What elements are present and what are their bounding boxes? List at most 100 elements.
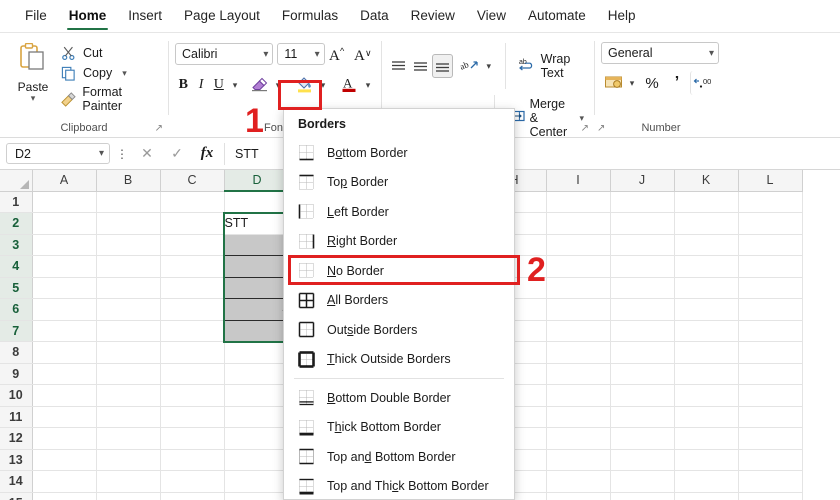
percent-style-button[interactable]: % bbox=[640, 71, 664, 95]
format-painter-button[interactable]: Format Painter bbox=[60, 85, 162, 113]
ribbon-tab-insert[interactable]: Insert bbox=[117, 2, 173, 30]
cell-K12[interactable] bbox=[674, 427, 739, 450]
font-size-select[interactable]: 11 ▾ bbox=[277, 43, 325, 65]
text-orientation-icon[interactable]: ab bbox=[458, 54, 482, 78]
cell-I12[interactable] bbox=[546, 427, 611, 450]
ribbon-tab-view[interactable]: View bbox=[466, 2, 517, 30]
font-color-dropdown-arrow[interactable]: ▾ bbox=[361, 73, 375, 97]
cell-D7[interactable]: 5 bbox=[224, 319, 291, 342]
cell-L10[interactable] bbox=[738, 384, 803, 407]
accounting-format-button[interactable] bbox=[601, 71, 625, 95]
cell-D11[interactable] bbox=[224, 406, 291, 428]
cell-D15[interactable] bbox=[224, 492, 291, 500]
cell-L13[interactable] bbox=[738, 449, 803, 471]
column-header-i[interactable]: I bbox=[546, 170, 611, 192]
cell-I8[interactable] bbox=[546, 341, 611, 364]
borders-button[interactable] bbox=[247, 73, 271, 97]
borders-menu-item-bottom-double-border[interactable]: Bottom Double Border bbox=[284, 383, 514, 413]
cell-A2[interactable] bbox=[32, 212, 97, 235]
cell-C8[interactable] bbox=[160, 341, 225, 364]
cell-K7[interactable] bbox=[674, 320, 739, 342]
increase-font-size-icon[interactable]: A ^ bbox=[329, 42, 350, 66]
column-header-b[interactable]: B bbox=[96, 170, 161, 192]
cell-L9[interactable] bbox=[738, 363, 803, 385]
cell-K4[interactable] bbox=[674, 255, 739, 278]
cell-D10[interactable] bbox=[224, 384, 291, 407]
cell-L5[interactable] bbox=[738, 277, 803, 299]
cell-D3[interactable]: 1 bbox=[224, 233, 291, 256]
cell-B13[interactable] bbox=[96, 449, 161, 471]
italic-button[interactable]: I bbox=[193, 73, 210, 97]
cell-B15[interactable] bbox=[96, 492, 161, 500]
font-name-select[interactable]: Calibri ▾ bbox=[175, 43, 274, 65]
cell-B2[interactable] bbox=[96, 212, 161, 235]
row-header-13[interactable]: 13 bbox=[0, 449, 33, 471]
underline-button[interactable]: U bbox=[210, 73, 227, 97]
cell-K2[interactable] bbox=[674, 212, 739, 235]
cell-J5[interactable] bbox=[610, 277, 675, 299]
cut-button[interactable]: Cut bbox=[60, 45, 162, 61]
cell-I2[interactable] bbox=[546, 212, 611, 235]
cell-L11[interactable] bbox=[738, 406, 803, 428]
cell-A14[interactable] bbox=[32, 470, 97, 493]
fill-color-button[interactable] bbox=[292, 73, 316, 97]
cell-B1[interactable] bbox=[96, 191, 161, 213]
cell-A3[interactable] bbox=[32, 234, 97, 256]
cell-K3[interactable] bbox=[674, 234, 739, 256]
bold-button[interactable]: B bbox=[175, 73, 192, 97]
cell-C14[interactable] bbox=[160, 470, 225, 493]
font-color-button[interactable]: A bbox=[337, 73, 361, 97]
cell-D9[interactable] bbox=[224, 363, 291, 385]
borders-menu-item-right-border[interactable]: Right Border bbox=[284, 227, 514, 257]
cell-J6[interactable] bbox=[610, 298, 675, 321]
cell-B3[interactable] bbox=[96, 234, 161, 256]
cell-K1[interactable] bbox=[674, 191, 739, 213]
borders-menu-item-top-and-thick-bottom-border[interactable]: Top and Thick Bottom Border bbox=[284, 472, 514, 500]
cell-A5[interactable] bbox=[32, 277, 97, 299]
borders-menu-item-no-border[interactable]: No Border bbox=[284, 256, 514, 286]
borders-menu-item-thick-outside-borders[interactable]: Thick Outside Borders bbox=[284, 345, 514, 375]
dialog-launcher-icon[interactable]: ↗ bbox=[597, 123, 605, 134]
cell-I10[interactable] bbox=[546, 384, 611, 407]
copy-button[interactable]: Copy ▾ bbox=[60, 65, 162, 81]
cell-B9[interactable] bbox=[96, 363, 161, 385]
select-all-corner[interactable] bbox=[0, 170, 33, 192]
cell-B8[interactable] bbox=[96, 341, 161, 364]
fill-color-dropdown-arrow[interactable]: ▾ bbox=[316, 73, 330, 97]
cell-L6[interactable] bbox=[738, 298, 803, 321]
chevron-down-icon[interactable]: ▾ bbox=[122, 68, 127, 79]
cell-J2[interactable] bbox=[610, 212, 675, 235]
cell-D4[interactable]: 2 bbox=[224, 255, 291, 278]
cell-A9[interactable] bbox=[32, 363, 97, 385]
cell-I14[interactable] bbox=[546, 470, 611, 493]
row-header-3[interactable]: 3 bbox=[0, 234, 33, 256]
cell-B11[interactable] bbox=[96, 406, 161, 428]
cell-C12[interactable] bbox=[160, 427, 225, 450]
cell-C3[interactable] bbox=[160, 234, 225, 256]
dialog-launcher-icon[interactable]: ↗ bbox=[581, 123, 589, 134]
column-header-d[interactable]: D bbox=[224, 170, 291, 192]
cell-B12[interactable] bbox=[96, 427, 161, 450]
underline-dropdown-arrow[interactable]: ▾ bbox=[228, 73, 242, 97]
cell-A1[interactable] bbox=[32, 191, 97, 213]
borders-menu-item-bottom-border[interactable]: Bottom Border bbox=[284, 138, 514, 168]
dialog-launcher-icon[interactable]: ↗ bbox=[155, 123, 163, 134]
decrease-decimal-icon[interactable]: 00 bbox=[690, 71, 714, 95]
row-header-6[interactable]: 6 bbox=[0, 298, 33, 321]
borders-menu-item-top-and-bottom-border[interactable]: Top and Bottom Border bbox=[284, 442, 514, 472]
cell-L12[interactable] bbox=[738, 427, 803, 450]
cell-B6[interactable] bbox=[96, 298, 161, 321]
cell-J13[interactable] bbox=[610, 449, 675, 471]
cell-J8[interactable] bbox=[610, 341, 675, 364]
cell-K14[interactable] bbox=[674, 470, 739, 493]
cell-A6[interactable] bbox=[32, 298, 97, 321]
cell-D6[interactable]: 4 bbox=[224, 298, 291, 321]
ribbon-tab-formulas[interactable]: Formulas bbox=[271, 2, 349, 30]
cell-D5[interactable]: 3 bbox=[224, 276, 291, 299]
row-header-2[interactable]: 2 bbox=[0, 212, 33, 235]
cell-A7[interactable] bbox=[32, 320, 97, 342]
column-header-k[interactable]: K bbox=[674, 170, 739, 192]
cell-J11[interactable] bbox=[610, 406, 675, 428]
cell-K11[interactable] bbox=[674, 406, 739, 428]
cell-D1[interactable] bbox=[224, 191, 291, 213]
